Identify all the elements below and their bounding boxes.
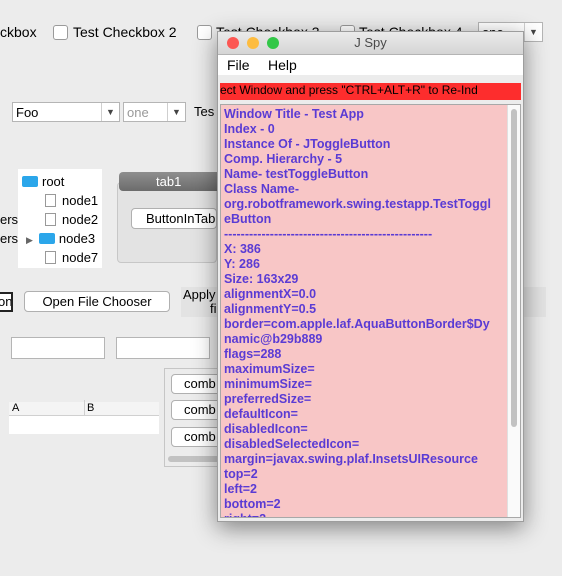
tree-node-2[interactable]: node2	[45, 212, 98, 227]
info-line: defaultIcon=	[224, 407, 298, 421]
tree-node-label: node3	[58, 231, 96, 246]
checkbox-3[interactable]	[197, 25, 212, 40]
info-line: Comp. Hierarchy - 5	[224, 152, 343, 166]
tab-1[interactable]: tab1	[119, 172, 217, 191]
info-line: alignmentX=0.0	[224, 287, 317, 301]
info-line: margin=javax.swing.plaf.InsetsUIResource	[224, 452, 478, 466]
menu-help[interactable]: Help	[268, 57, 297, 73]
tree[interactable]: root node1 node2 ▶ node3 node7	[18, 169, 102, 268]
table-header-a[interactable]: A	[12, 402, 19, 414]
info-line: minimumSize=	[224, 377, 312, 391]
title-bar[interactable]: J Spy	[218, 32, 523, 55]
text-field-1[interactable]	[11, 337, 105, 359]
jspy-window: J Spy File Help ect Window and press "CT…	[217, 31, 524, 522]
checkbox-label-2[interactable]: Test Checkbox 2	[73, 24, 177, 40]
column-divider	[84, 400, 85, 415]
info-line: top=2	[224, 467, 258, 481]
info-line: flags=288	[224, 347, 282, 361]
panel-fragment	[522, 287, 546, 317]
combo-foo[interactable]: Foo ▼	[12, 102, 120, 122]
info-line: preferredSize=	[224, 392, 312, 406]
info-line: maximumSize=	[224, 362, 315, 376]
tree-node-3[interactable]: ▶ node3	[26, 231, 95, 246]
info-line: eButton	[224, 212, 272, 226]
triangle-right-icon[interactable]: ▶	[26, 235, 33, 245]
table[interactable]: A B	[9, 400, 159, 434]
checkbox-label-1[interactable]: ckbox	[0, 24, 37, 40]
info-line: ----------------------------------------…	[224, 227, 433, 241]
instruction-banner: ect Window and press "CTRL+ALT+R" to Re-…	[220, 83, 521, 100]
toggle-button-fragment[interactable]: on	[0, 292, 13, 312]
component-info-panel: Window Title - Test App Index - 0 Instance…	[220, 104, 521, 518]
open-file-chooser-button[interactable]: Open File Chooser	[24, 291, 170, 312]
info-line: disabledIcon=	[224, 422, 308, 436]
info-line: bottom=2	[224, 497, 281, 511]
tree-node-label: node7	[62, 250, 99, 265]
left-label-1: ers	[0, 212, 19, 227]
info-line: Y: 286	[224, 257, 260, 271]
info-line: Index - 0	[224, 122, 275, 136]
table-header: A B	[9, 400, 159, 416]
info-line: Instance Of - JToggleButton	[224, 137, 391, 151]
file-icon	[45, 251, 56, 264]
info-line: Name- testToggleButton	[224, 167, 369, 181]
tree-node-label: root	[42, 174, 65, 189]
tree-node-root[interactable]: root	[22, 174, 64, 189]
chevron-down-icon: ▼	[167, 103, 185, 121]
apply-label: Apply	[183, 287, 216, 302]
button-in-tab[interactable]: ButtonInTab	[131, 208, 217, 229]
info-line: X: 386	[224, 242, 261, 256]
scrollbar-thumb[interactable]	[511, 109, 517, 427]
info-line: right=2	[224, 512, 266, 517]
folder-icon	[38, 233, 55, 244]
tree-node-7[interactable]: node7	[45, 250, 98, 265]
tes-label: Tes	[194, 104, 215, 119]
text-field-2[interactable]	[116, 337, 210, 359]
file-icon	[45, 194, 56, 207]
menu-file[interactable]: File	[227, 57, 250, 73]
info-line: border=com.apple.laf.AquaButtonBorder$Dy	[224, 317, 490, 331]
info-line: Class Name-	[224, 182, 300, 196]
folder-icon	[22, 176, 38, 187]
info-line: Window Title - Test App	[224, 107, 364, 121]
chevron-down-icon: ▼	[101, 103, 119, 121]
info-line: namic@b29b889	[224, 332, 323, 346]
tree-node-label: node2	[62, 212, 99, 227]
fi-label: fi	[210, 301, 217, 316]
info-line: left=2	[224, 482, 258, 496]
combo-one[interactable]: one ▼	[123, 102, 186, 122]
info-line: disabledSelectedIcon=	[224, 437, 360, 451]
horizontal-scrollbar[interactable]	[168, 456, 223, 462]
apply-panel: Apply fi	[181, 287, 221, 317]
vertical-scrollbar[interactable]	[507, 105, 520, 517]
tree-node-label: node1	[62, 193, 99, 208]
tab-label: tab1	[156, 174, 182, 189]
menu-bar: File Help	[218, 55, 523, 75]
window-title: J Spy	[354, 35, 387, 50]
checkbox-2[interactable]	[53, 25, 68, 40]
file-icon	[45, 213, 56, 226]
tree-node-1[interactable]: node1	[45, 193, 98, 208]
combo-panel: comb comb comb	[164, 368, 231, 467]
combo-foo-value: Foo	[16, 105, 39, 120]
combo-one-value: one	[127, 105, 149, 120]
left-label-2: ers	[0, 231, 19, 246]
info-line: alignmentY=0.5	[224, 302, 317, 316]
info-line: Size: 163x29	[224, 272, 299, 286]
chevron-down-icon: ▼	[524, 23, 542, 41]
info-line: org.robotframework.swing.testapp.TestTog…	[224, 197, 491, 211]
table-header-b[interactable]: B	[87, 402, 94, 414]
